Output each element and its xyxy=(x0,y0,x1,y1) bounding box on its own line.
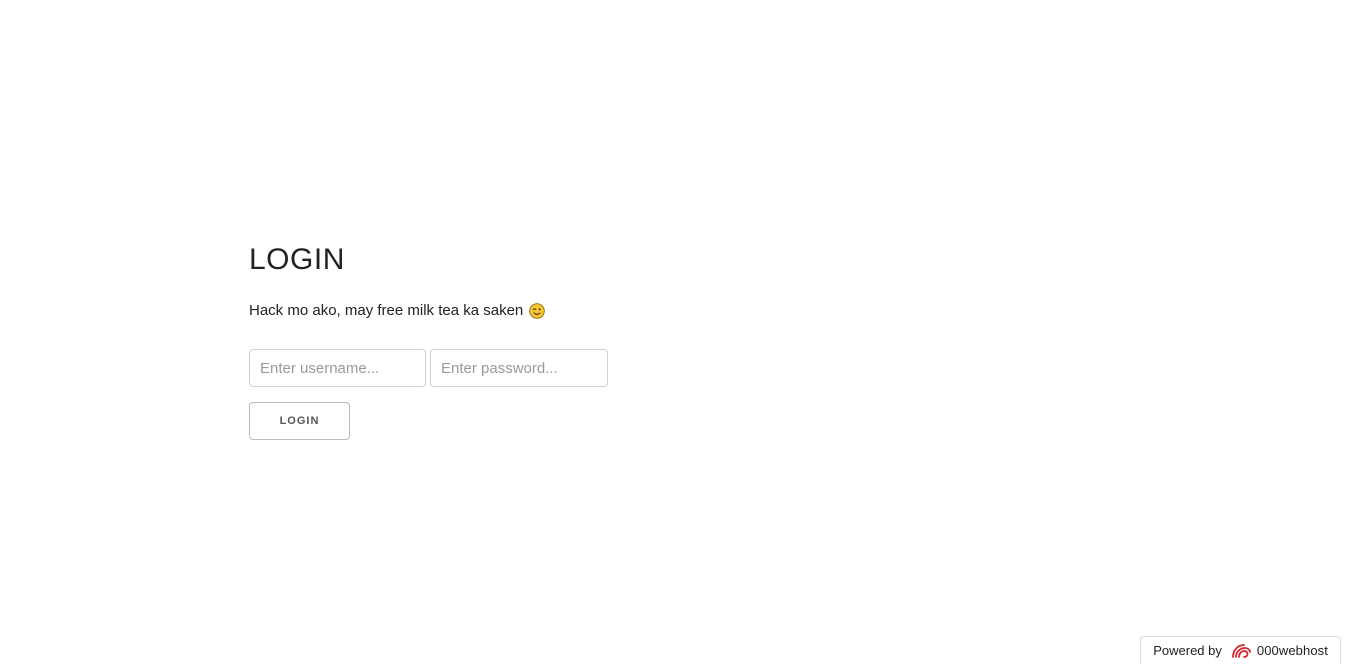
tagline-text: Hack mo ako, may free milk tea ka saken xyxy=(249,302,524,319)
powered-by-label: Powered by xyxy=(1153,643,1222,658)
wink-face-icon xyxy=(529,303,546,319)
login-button[interactable]: LOGIN xyxy=(249,402,350,440)
username-input[interactable] xyxy=(249,349,426,387)
password-input[interactable] xyxy=(430,349,608,387)
page: LOGIN Hack mo ako, may free milk tea ka … xyxy=(0,0,1366,664)
powered-by-badge[interactable]: Powered by 000webhost xyxy=(1140,636,1341,664)
000webhost-logo-icon xyxy=(1231,643,1251,658)
login-form xyxy=(249,349,608,387)
login-section: LOGIN Hack mo ako, may free milk tea ka … xyxy=(249,238,608,440)
page-title: LOGIN xyxy=(249,243,345,276)
tagline: Hack mo ako, may free milk tea ka saken xyxy=(249,300,608,322)
host-name: 000webhost xyxy=(1256,643,1328,658)
